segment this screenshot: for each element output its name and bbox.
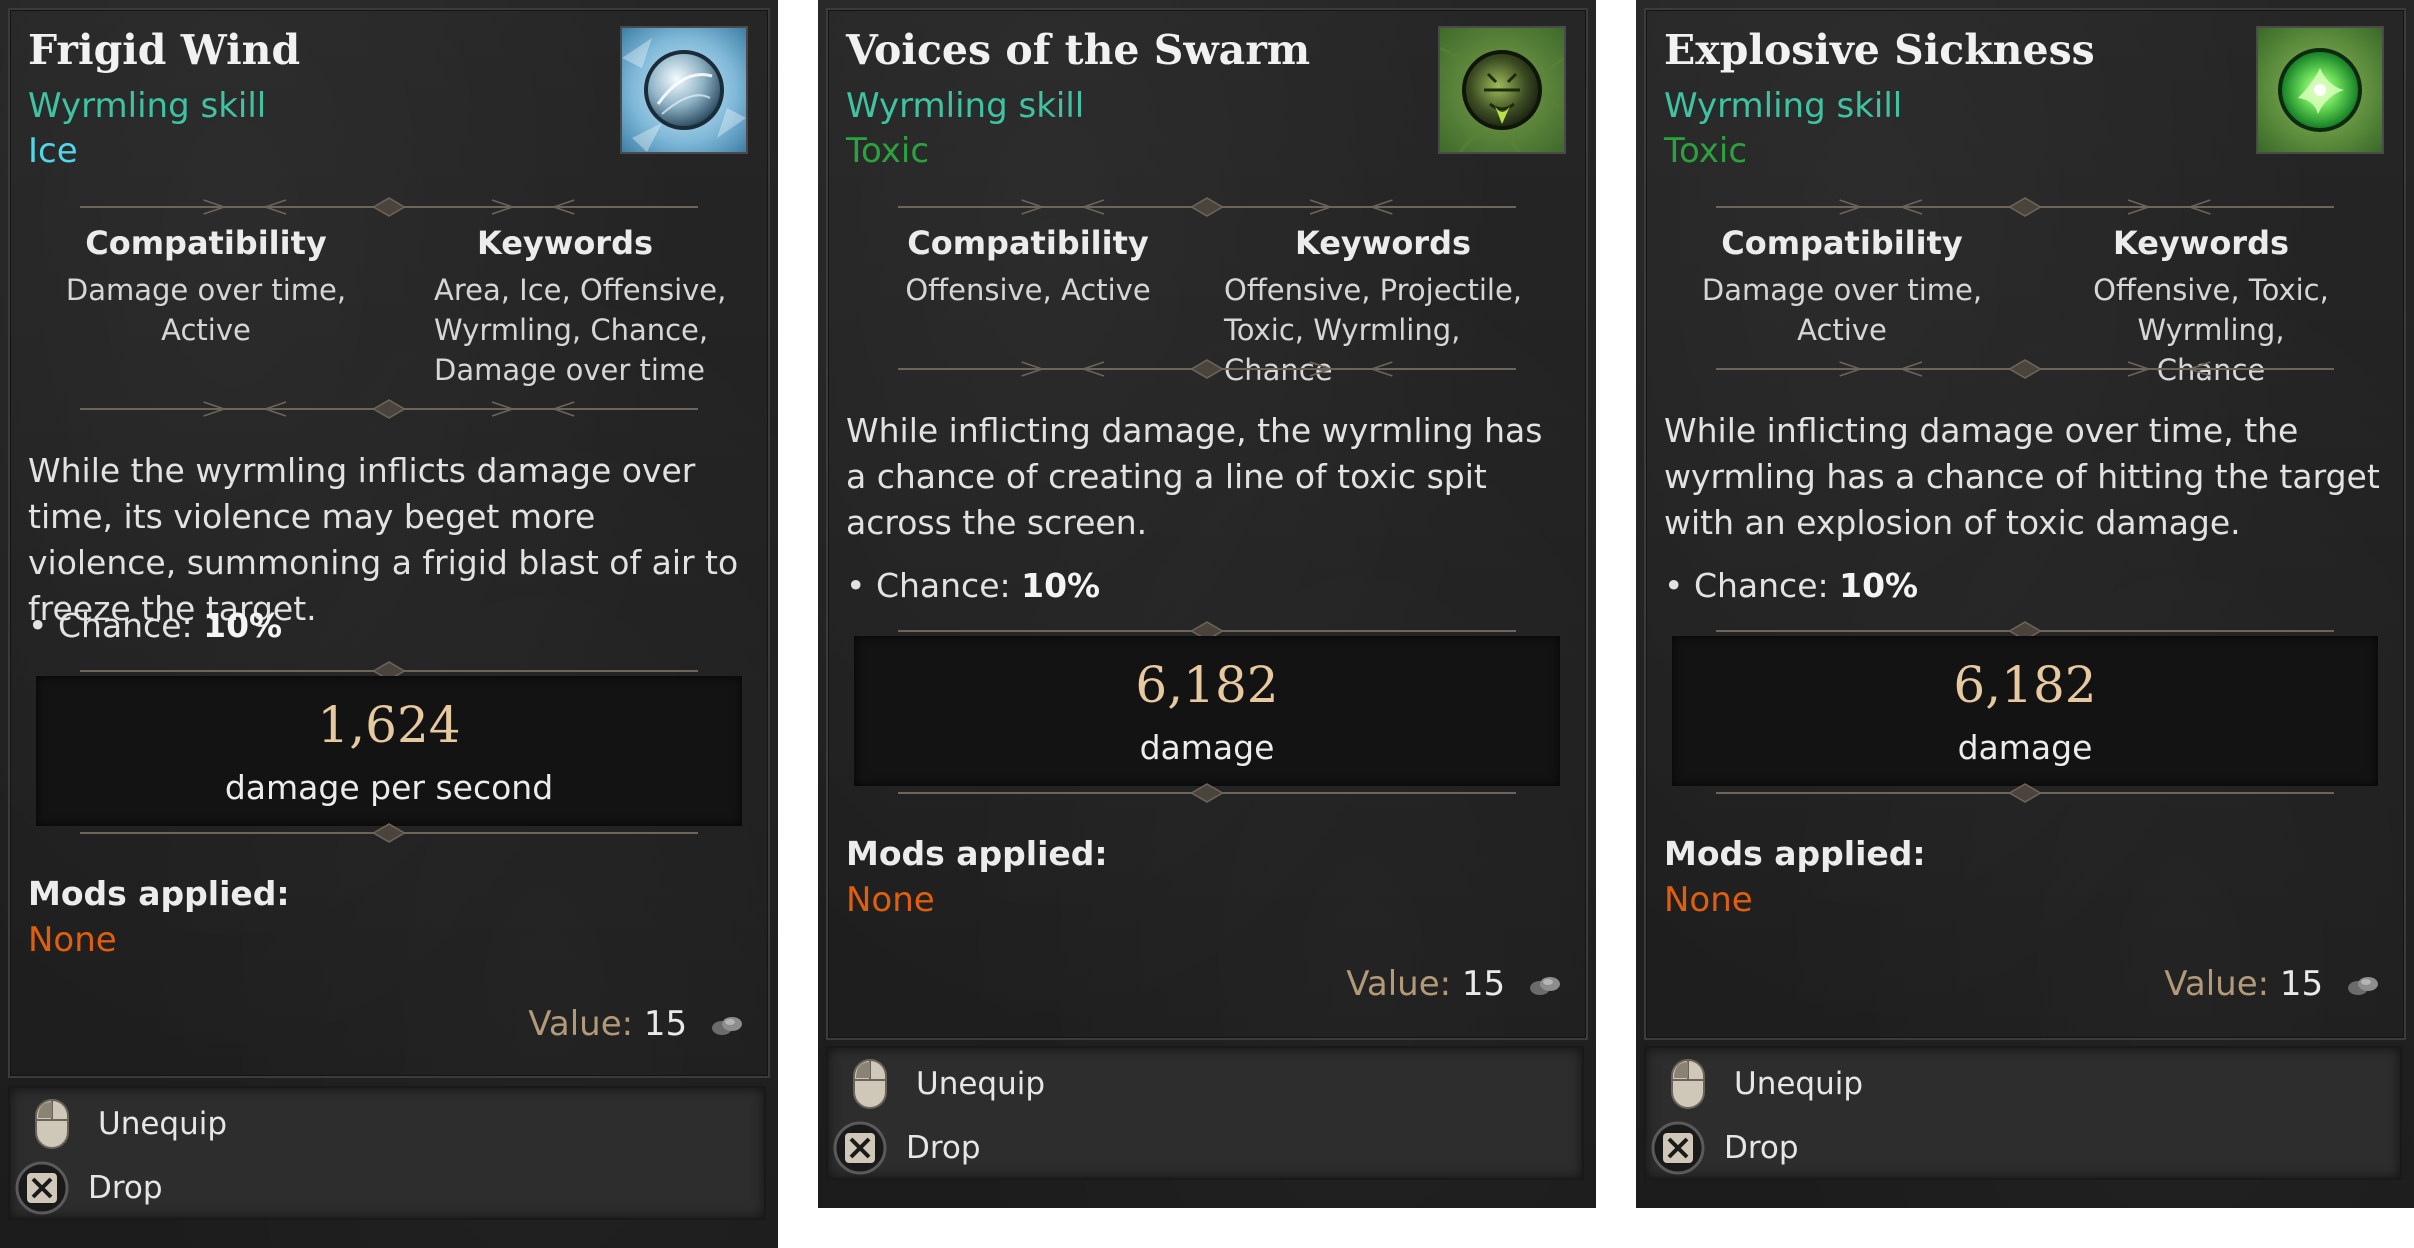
- drop-label: Drop: [906, 1130, 981, 1166]
- compatibility-heading: Compatibility: [1721, 224, 1963, 262]
- chance-value: 10%: [1839, 566, 1919, 605]
- skill-element: Ice: [28, 131, 78, 171]
- ornate-divider: [80, 196, 698, 218]
- damage-panel: 1,624 damage per second: [36, 676, 742, 826]
- unequip-action[interactable]: Unequip: [842, 1054, 1045, 1114]
- currency-icon: [1528, 966, 1562, 1006]
- skill-element: Toxic: [846, 131, 930, 171]
- skill-type: Wyrmling skill: [28, 86, 267, 126]
- ornate-divider: [898, 358, 1516, 380]
- skill-description: While inflicting damage over time, the w…: [1664, 411, 2380, 542]
- unequip-label: Unequip: [98, 1106, 228, 1142]
- chance-value: 10%: [203, 606, 283, 645]
- chance-stat: • Chance: 10%: [1664, 566, 1918, 605]
- ornate-divider: [80, 398, 698, 420]
- drop-label: Drop: [88, 1170, 163, 1206]
- skill-title: Explosive Sickness: [1664, 26, 2095, 74]
- keywords-heading: Keywords: [2112, 224, 2290, 262]
- value-label: Value:: [2164, 964, 2270, 1004]
- mods-applied-value: None: [846, 880, 935, 920]
- compatibility-text: Offensive, Active: [905, 273, 1151, 307]
- damage-label: damage: [1957, 728, 2093, 767]
- mods-applied-label: Mods applied:: [1664, 834, 1926, 873]
- explosive-sickness-icon: [2256, 26, 2384, 154]
- frigid-wind-icon: [620, 26, 748, 154]
- skill-description: While inflicting damage, the wyrmling ha…: [846, 411, 1543, 542]
- unequip-action[interactable]: Unequip: [1660, 1054, 1863, 1114]
- value-amount: 15: [2279, 964, 2324, 1004]
- ornate-divider: [1716, 196, 2334, 218]
- ornate-divider: [1716, 358, 2334, 380]
- value-label: Value:: [1346, 964, 1452, 1004]
- skill-type: Wyrmling skill: [846, 86, 1085, 126]
- tooltip-card-voices-of-the-swarm: Voices of the Swarm Wyrmling skill Toxic: [818, 0, 1596, 1208]
- value-amount: 15: [1461, 964, 1506, 1004]
- unequip-action[interactable]: Unequip: [24, 1094, 227, 1154]
- damage-panel: 6,182 damage: [854, 636, 1560, 786]
- drop-action[interactable]: Drop: [1650, 1118, 1799, 1178]
- compatibility-heading: Compatibility: [907, 224, 1149, 262]
- chance-label: • Chance:: [846, 566, 1022, 605]
- action-bar: Unequip Drop: [826, 1046, 1584, 1180]
- drop-action[interactable]: Drop: [832, 1118, 981, 1178]
- mods-applied-label: Mods applied:: [28, 874, 290, 913]
- action-bar: Unequip Drop: [1644, 1046, 2402, 1180]
- damage-value: 6,182: [1135, 656, 1279, 714]
- tooltip-card-explosive-sickness: Explosive Sickness Wyrmling skill Toxic: [1636, 0, 2414, 1208]
- skill-description: While the wyrmling inflicts damage over …: [28, 451, 739, 628]
- drop-label: Drop: [1724, 1130, 1799, 1166]
- mouse-left-click-icon: [24, 1096, 80, 1152]
- value-amount: 15: [643, 1004, 688, 1044]
- skill-element: Toxic: [1664, 131, 1748, 171]
- mouse-left-click-icon: [1660, 1056, 1716, 1112]
- skill-title: Voices of the Swarm: [846, 26, 1311, 74]
- damage-label: damage per second: [224, 768, 554, 807]
- damage-value: 1,624: [317, 696, 461, 754]
- compatibility-text: Damage over time, Active: [1701, 273, 1983, 347]
- unequip-label: Unequip: [916, 1066, 1046, 1102]
- x-button-icon: [14, 1160, 70, 1216]
- chance-label: • Chance:: [28, 606, 204, 645]
- x-button-icon: [1650, 1120, 1706, 1176]
- mods-applied-value: None: [1664, 880, 1753, 920]
- damage-panel: 6,182 damage: [1672, 636, 2378, 786]
- damage-value: 6,182: [1953, 656, 2097, 714]
- voices-of-the-swarm-icon: [1438, 26, 1566, 154]
- chance-stat: • Chance: 10%: [846, 566, 1100, 605]
- value-label: Value:: [528, 1004, 634, 1044]
- ornate-divider: [1716, 782, 2334, 804]
- currency-icon: [2346, 966, 2380, 1006]
- mouse-left-click-icon: [842, 1056, 898, 1112]
- keywords-heading: Keywords: [1294, 224, 1472, 262]
- drop-action[interactable]: Drop: [14, 1158, 163, 1218]
- skill-type: Wyrmling skill: [1664, 86, 1903, 126]
- item-value: Value: 15: [1346, 964, 1562, 1006]
- compatibility-text: Damage over time, Active: [65, 273, 347, 347]
- damage-label: damage: [1139, 728, 1275, 767]
- x-button-icon: [832, 1120, 888, 1176]
- item-value: Value: 15: [2164, 964, 2380, 1006]
- mods-applied-label: Mods applied:: [846, 834, 1108, 873]
- keywords-heading: Keywords: [476, 224, 654, 262]
- unequip-label: Unequip: [1734, 1066, 1864, 1102]
- ornate-divider: [898, 196, 1516, 218]
- tooltip-card-frigid-wind: Frigid Wind Wyrmling skill Ice Compatibi…: [0, 0, 778, 1248]
- action-bar: Unequip Drop: [8, 1086, 766, 1220]
- currency-icon: [710, 1006, 744, 1046]
- item-value: Value: 15: [528, 1004, 744, 1046]
- chance-stat: • Chance: 10%: [28, 606, 282, 645]
- compatibility-heading: Compatibility: [85, 224, 327, 262]
- chance-value: 10%: [1021, 566, 1101, 605]
- ornate-divider: [898, 782, 1516, 804]
- chance-label: • Chance:: [1664, 566, 1840, 605]
- skill-title: Frigid Wind: [28, 26, 301, 74]
- mods-applied-value: None: [28, 920, 117, 960]
- keywords-text: Area, Ice, Offensive, Wyrmling, Chance, …: [434, 273, 727, 387]
- ornate-divider: [80, 822, 698, 844]
